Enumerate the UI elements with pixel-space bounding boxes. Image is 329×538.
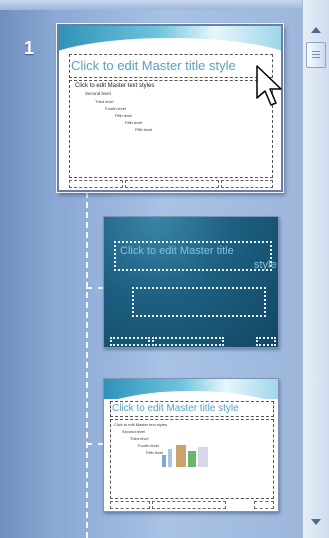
master-title-text: Click to edit Master title style — [71, 58, 236, 73]
date-placeholder[interactable] — [110, 501, 150, 509]
wave-header-graphic — [104, 379, 278, 419]
master-text-line: Fifth level — [135, 127, 153, 132]
insert-content-icons — [162, 439, 210, 467]
master-text-line: Fifth level — [125, 120, 143, 125]
date-placeholder[interactable] — [110, 337, 150, 346]
layout-connector-line — [86, 192, 88, 538]
scroll-up-arrow-icon — [311, 27, 321, 33]
scroll-up-button[interactable] — [305, 22, 327, 40]
slide-master-thumbnail[interactable]: Click to edit Master title style Click t… — [57, 24, 283, 192]
footer-placeholder[interactable] — [152, 337, 224, 346]
master-text-line: Second level — [85, 91, 111, 96]
master-text-line: Fourth level — [105, 106, 126, 111]
scrollbar-thumb[interactable] — [306, 42, 326, 68]
footer-placeholder[interactable] — [125, 180, 219, 188]
layout-title-text: Click to edit Master title — [120, 245, 234, 257]
master-text-line: Fifth level — [115, 113, 133, 118]
slide-thumbnail-pane: 1 Click to edit Master title style Click… — [0, 0, 302, 538]
content-text-line: Third level — [130, 436, 149, 441]
layout-title-text: style — [254, 259, 277, 271]
date-placeholder[interactable] — [69, 180, 123, 188]
wave-header-graphic — [59, 26, 281, 66]
title-content-layout-thumbnail[interactable]: Click to edit Master title style Click t… — [103, 378, 279, 512]
content-text-line: Fifth level — [146, 450, 164, 455]
subtitle-placeholder[interactable] — [132, 287, 266, 317]
content-text-line: Second level — [122, 429, 145, 434]
vertical-scrollbar[interactable] — [302, 0, 329, 538]
slide-number: 1 — [24, 38, 35, 58]
scroll-down-arrow-icon — [311, 519, 321, 525]
mouse-pointer-icon — [256, 65, 282, 106]
slide-number-placeholder[interactable] — [221, 180, 273, 188]
master-text-line: Third level — [95, 99, 114, 104]
layout-connector-branch — [86, 443, 104, 445]
content-text-line: Fourth level — [138, 443, 159, 448]
slide-number-placeholder[interactable] — [256, 337, 276, 346]
title-slide-layout-thumbnail[interactable]: Click to edit Master title style — [103, 216, 279, 348]
scroll-down-button[interactable] — [305, 514, 327, 532]
slide-number-placeholder[interactable] — [254, 501, 274, 509]
content-text-line: Click to edit Master text styles — [114, 422, 167, 427]
footer-placeholder[interactable] — [152, 501, 226, 509]
master-text-line: Click to edit Master text styles — [75, 83, 155, 89]
layout-title-text: Click to edit Master title style — [112, 403, 239, 414]
layout-connector-branch — [86, 287, 104, 289]
